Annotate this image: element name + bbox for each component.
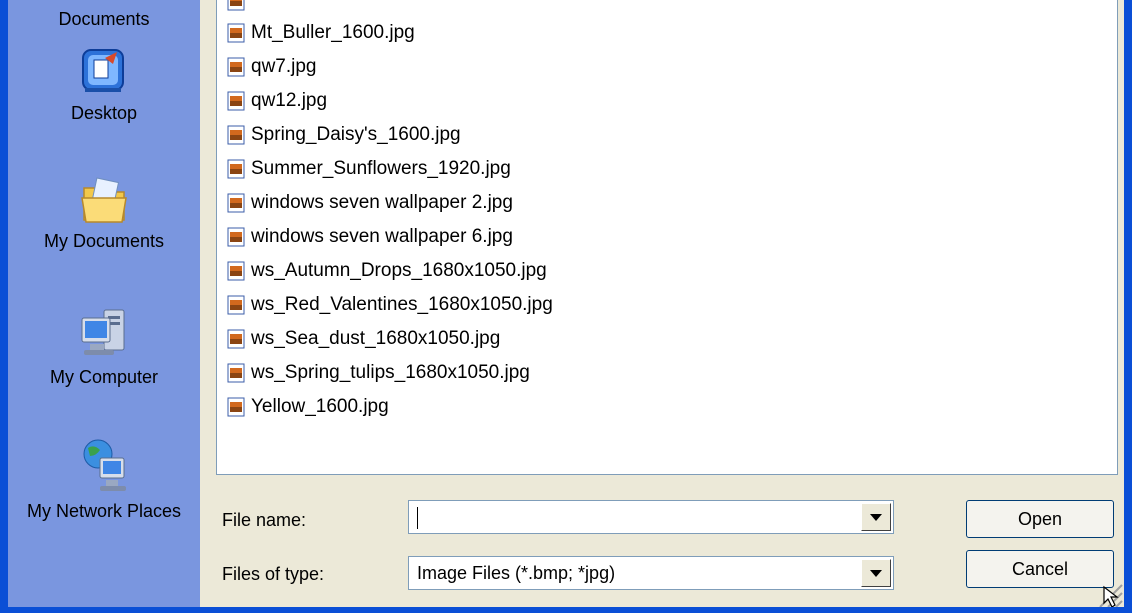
file-name-dropdown-button[interactable] bbox=[861, 503, 891, 531]
window-border-right bbox=[1124, 0, 1132, 613]
place-label: Desktop bbox=[70, 103, 138, 123]
file-name: ws_Sea_dust_1680x1050.jpg bbox=[251, 328, 501, 349]
jpg-file-icon bbox=[227, 193, 245, 213]
chevron-down-icon bbox=[870, 513, 882, 521]
list-item[interactable]: Mt_Buller_1600.jpg bbox=[227, 18, 415, 48]
list-item[interactable]: ws_Spring_tulips_1680x1050.jpg bbox=[227, 358, 530, 388]
list-item[interactable]: ws_Sea_dust_1680x1050.jpg bbox=[227, 324, 500, 354]
file-type-label: Files of type: bbox=[222, 564, 325, 584]
file-name: windows seven wallpaper 2.jpg bbox=[251, 192, 513, 213]
file-list[interactable]: Mt_Buller_1600.jpg qw7.jpg qw12.jpg Spri… bbox=[216, 0, 1118, 475]
jpg-file-icon bbox=[227, 159, 245, 179]
list-item[interactable]: windows seven wallpaper 2.jpg bbox=[227, 188, 513, 218]
list-item[interactable]: ws_Red_Valentines_1680x1050.jpg bbox=[227, 290, 553, 320]
file-name-input[interactable] bbox=[408, 500, 894, 534]
file-name: qw7.jpg bbox=[251, 56, 317, 77]
list-item[interactable]: qw7.jpg bbox=[227, 52, 317, 82]
file-name: Spring_Daisy's_1600.jpg bbox=[251, 124, 461, 145]
file-type-select[interactable]: Image Files (*.bmp; *jpg) bbox=[408, 556, 894, 590]
jpg-file-icon bbox=[227, 23, 245, 43]
window-border-left bbox=[0, 0, 8, 613]
desktop-icon bbox=[82, 49, 124, 92]
list-item[interactable]: Spring_Daisy's_1600.jpg bbox=[227, 120, 461, 150]
jpg-file-icon bbox=[227, 57, 245, 77]
place-my-network-places[interactable]: My Network Places bbox=[8, 436, 200, 522]
place-label: My Computer bbox=[49, 367, 159, 387]
list-item[interactable]: Summer_Sunflowers_1920.jpg bbox=[227, 154, 511, 184]
file-name: ws_Autumn_Drops_1680x1050.jpg bbox=[251, 260, 547, 281]
window-border-bottom bbox=[0, 607, 1132, 613]
jpg-file-icon bbox=[227, 295, 245, 315]
file-name: Mt_Buller_1600.jpg bbox=[251, 22, 415, 43]
jpg-file-icon bbox=[227, 227, 245, 247]
my-computer-icon bbox=[81, 309, 125, 355]
text-caret bbox=[417, 507, 418, 529]
open-button[interactable]: Open bbox=[966, 500, 1114, 538]
file-type-value: Image Files (*.bmp; *jpg) bbox=[417, 563, 616, 583]
list-item[interactable]: windows seven wallpaper 6.jpg bbox=[227, 222, 513, 252]
jpg-file-icon bbox=[227, 261, 245, 281]
file-name: qw12.jpg bbox=[251, 90, 328, 111]
place-desktop[interactable]: Desktop bbox=[8, 46, 200, 124]
file-type-dropdown-button[interactable] bbox=[861, 559, 891, 587]
list-item[interactable]: qw12.jpg bbox=[227, 86, 327, 116]
chevron-down-icon bbox=[870, 569, 882, 577]
list-item-partial[interactable] bbox=[227, 0, 251, 16]
place-my-documents[interactable]: My Documents bbox=[8, 176, 200, 252]
jpg-file-icon bbox=[227, 329, 245, 349]
resize-grip-icon[interactable] bbox=[1084, 577, 1124, 607]
my-documents-folder-icon bbox=[81, 177, 127, 223]
jpg-file-icon bbox=[227, 91, 245, 111]
places-bar: Documents Desktop My Documents My Comput… bbox=[8, 0, 200, 607]
file-name: Summer_Sunflowers_1920.jpg bbox=[251, 158, 511, 179]
place-my-computer[interactable]: My Computer bbox=[8, 304, 200, 388]
jpg-file-icon bbox=[227, 397, 245, 417]
jpg-file-icon bbox=[227, 125, 245, 145]
jpg-file-icon bbox=[227, 0, 245, 11]
my-network-places-icon bbox=[83, 439, 126, 491]
place-recent-documents[interactable]: Documents bbox=[8, 8, 200, 30]
file-name: windows seven wallpaper 6.jpg bbox=[251, 226, 513, 247]
file-name: Yellow_1600.jpg bbox=[251, 396, 389, 417]
place-label: My Network Places bbox=[26, 501, 182, 521]
list-item[interactable]: Yellow_1600.jpg bbox=[227, 392, 389, 422]
file-name: ws_Spring_tulips_1680x1050.jpg bbox=[251, 362, 530, 383]
file-name: ws_Red_Valentines_1680x1050.jpg bbox=[251, 294, 553, 315]
file-name-label: File name: bbox=[222, 510, 307, 530]
jpg-file-icon bbox=[227, 363, 245, 383]
place-label: Documents bbox=[58, 9, 150, 29]
list-item[interactable]: ws_Autumn_Drops_1680x1050.jpg bbox=[227, 256, 547, 286]
place-label: My Documents bbox=[43, 231, 165, 251]
